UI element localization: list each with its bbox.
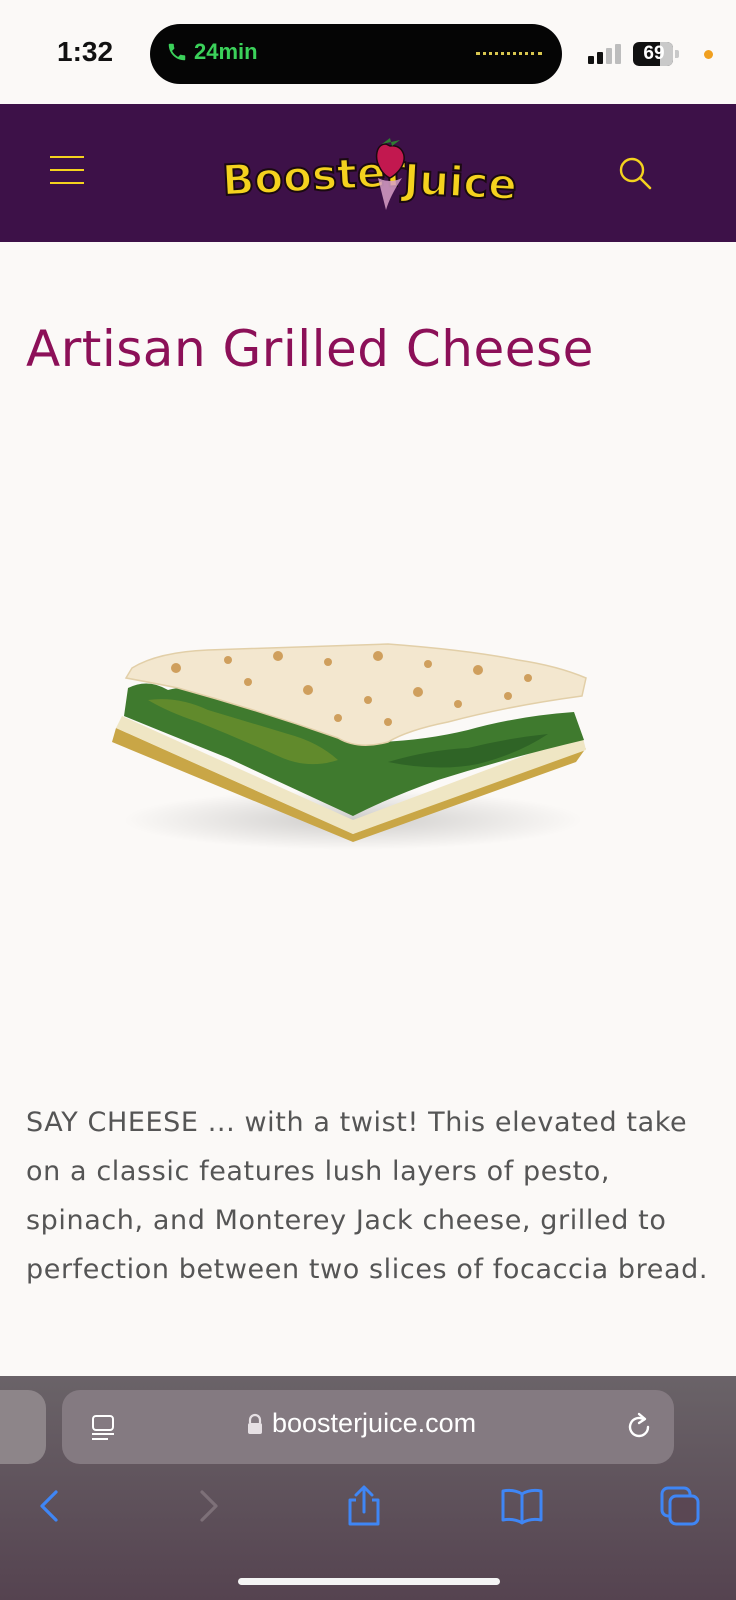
- product-image: [112, 643, 587, 850]
- bookmarks-icon[interactable]: [500, 1484, 544, 1528]
- share-icon[interactable]: [342, 1484, 386, 1528]
- svg-text:Juice: Juice: [399, 154, 516, 209]
- url-display[interactable]: boosterjuice.com: [246, 1408, 476, 1439]
- product-title: Artisan Grilled Cheese: [26, 320, 594, 378]
- battery-level: 69: [643, 43, 665, 64]
- previous-tab-preview[interactable]: [0, 1390, 46, 1464]
- tabs-icon[interactable]: [658, 1484, 702, 1528]
- cellular-signal-icon: [588, 44, 621, 64]
- menu-icon[interactable]: [50, 156, 84, 188]
- reload-icon[interactable]: [624, 1412, 654, 1442]
- battery-icon: 69: [633, 42, 679, 66]
- forward-icon[interactable]: [186, 1484, 230, 1528]
- call-indicator[interactable]: 24min: [166, 39, 258, 65]
- product-description: SAY CHEESE ... with a twist! This elevat…: [26, 1107, 709, 1285]
- audio-waveform-icon: [476, 52, 542, 57]
- lock-icon: [248, 1413, 262, 1434]
- reader-icon[interactable]: [90, 1413, 118, 1443]
- phone-icon: [168, 43, 186, 61]
- call-duration: 24min: [194, 39, 258, 64]
- privacy-indicator-dot: [704, 50, 713, 59]
- search-icon[interactable]: [618, 156, 652, 190]
- back-icon[interactable]: [28, 1484, 72, 1528]
- brand-logo[interactable]: Booster Juice: [222, 134, 516, 214]
- home-indicator[interactable]: [238, 1578, 500, 1585]
- status-time: 1:32: [57, 36, 114, 67]
- url-text: boosterjuice.com: [272, 1408, 477, 1438]
